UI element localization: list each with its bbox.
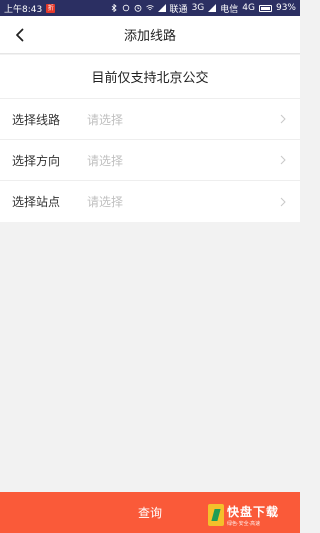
battery-icon [258, 4, 272, 12]
carrier-1: 联通 [169, 4, 188, 15]
page-title: 添加线路 [123, 29, 176, 44]
select-direction-label: 选择方向 [12, 153, 61, 168]
notification-badge: 折 [46, 3, 56, 13]
query-button-label: 查询 [137, 506, 162, 520]
select-route-placeholder: 请选择 [87, 112, 124, 127]
sync-icon [122, 4, 129, 12]
select-stop-label: 选择站点 [12, 195, 61, 209]
select-route-label: 选择线路 [12, 112, 61, 127]
select-stop-row[interactable]: 选择站点 请选择 [0, 181, 300, 222]
back-button[interactable] [8, 23, 32, 47]
alarm-icon [134, 4, 141, 12]
select-direction-placeholder: 请选择 [87, 153, 124, 168]
carrier-2: 电信 [220, 4, 239, 15]
network-type-1: 3G [191, 3, 205, 13]
nav-bar: 添加线路 [0, 16, 300, 54]
chevron-right-icon [280, 197, 288, 207]
status-bar: 上午8:43 折 联通 3G 电信 4G 93% [0, 0, 300, 16]
chevron-right-icon [280, 114, 288, 124]
select-route-row[interactable]: 选择线路 请选择 [0, 99, 300, 140]
bluetooth-icon [111, 4, 117, 12]
status-time: 上午8:43 [4, 4, 43, 15]
signal-icon-1 [157, 4, 166, 12]
watermark-logo-icon [208, 504, 224, 526]
chevron-left-icon [16, 28, 24, 42]
select-stop-placeholder: 请选择 [87, 195, 124, 209]
support-notice: 目前仅支持北京公交 [0, 55, 300, 98]
network-type-2: 4G [242, 3, 255, 13]
select-direction-row[interactable]: 选择方向 请选择 [0, 140, 300, 181]
watermark-text: 快盘下载 [227, 505, 280, 519]
chevron-right-icon [280, 155, 288, 165]
wifi-icon [145, 5, 154, 11]
signal-icon-2 [208, 4, 217, 12]
route-form: 选择线路 请选择 选择方向 请选择 选择站点 请选择 [0, 98, 300, 222]
watermark-logo: 快盘下载 绿色·安全·高速 [208, 500, 298, 530]
watermark-subtext: 绿色·安全·高速 [227, 521, 261, 527]
battery-level: 93% [275, 3, 296, 13]
